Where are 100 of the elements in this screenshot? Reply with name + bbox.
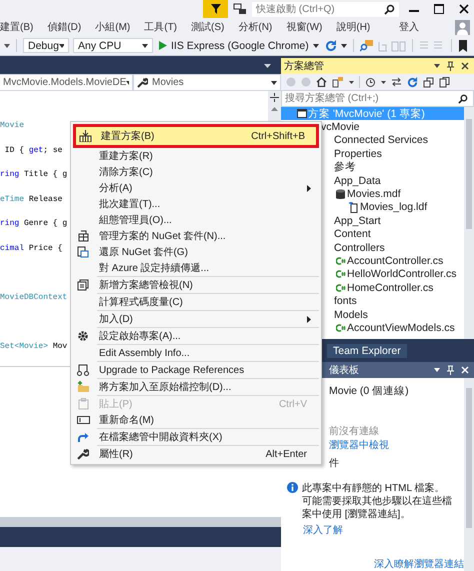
scroll-up-icon[interactable]: [271, 107, 278, 111]
scrollbar[interactable]: [464, 107, 474, 340]
play-icon: [159, 41, 167, 50]
history-icon[interactable]: [365, 76, 376, 88]
search-icon: [384, 4, 395, 14]
bookmark-icon[interactable]: [458, 40, 468, 52]
learn-more-link[interactable]: 深入瞭解瀏覽器連結: [374, 557, 464, 571]
submenu-arrow-icon: [307, 316, 311, 322]
caret-icon: [58, 44, 64, 48]
windows-icon: [77, 279, 89, 291]
code-line: Movie: [0, 121, 24, 132]
submenu-arrow-icon: [307, 184, 311, 192]
csharp-file-icon: [336, 284, 346, 292]
document-icon: [348, 202, 358, 213]
add-folder-icon: [76, 381, 90, 393]
split-icon[interactable]: [270, 93, 279, 102]
rename-icon: [76, 415, 90, 425]
view-in-browser-link[interactable]: 瀏覽器中檢視: [329, 438, 389, 452]
build-icon: [78, 130, 92, 142]
caret-icon: [312, 44, 319, 48]
menu-item[interactable]: 說明(H): [336, 20, 370, 34]
switch-views-icon[interactable]: [332, 76, 344, 88]
menu-item[interactable]: 計算程式碼度量(C): [71, 294, 321, 310]
feedback-icon[interactable]: [233, 2, 247, 16]
menu-item[interactable]: 重新命名(M): [71, 412, 321, 428]
menu-item[interactable]: 將方案加入至原始檔控制(D)...: [71, 379, 321, 395]
menu-item[interactable]: 小組(M): [95, 20, 130, 34]
run-button[interactable]: IIS Express (Google Chrome): [157, 40, 321, 52]
code-line: MovieDBContext: [0, 292, 68, 304]
type-dropdown[interactable]: MvcMovie.Models.MovieDE: [0, 75, 132, 90]
database-icon: [336, 188, 345, 200]
close-icon: [459, 4, 469, 14]
redo-arrow-icon: [77, 432, 89, 442]
code-line: ID { get; se: [4, 146, 62, 156]
quick-launch-field[interactable]: 快速啟動 (Ctrl+Q): [252, 2, 399, 16]
menu-item[interactable]: 組態管理員(O)...: [71, 212, 321, 228]
menu-item[interactable]: 建置方案(B) Ctrl+Shift+B: [73, 124, 319, 148]
solution-icon: [296, 109, 306, 118]
panel-tab[interactable]: Team Explorer: [327, 344, 407, 358]
code-line: ring Genre { g: [0, 219, 68, 230]
sign-in-link[interactable]: 登入: [399, 20, 419, 34]
menu-item[interactable]: 在檔案總管中開啟資料夾(X): [71, 429, 321, 445]
pin-icon[interactable]: [447, 61, 454, 71]
menu-item[interactable]: Upgrade to Package References: [71, 362, 321, 378]
dropdown-icon[interactable]: [4, 44, 10, 48]
wrench-icon: [137, 77, 148, 88]
code-line: cimal Price {: [0, 244, 62, 254]
connection-label: Movie (0 個連線): [329, 384, 409, 398]
csharp-file-icon: [336, 256, 346, 265]
funnel-icon: [210, 3, 222, 15]
sync-icon[interactable]: [391, 77, 402, 87]
close-icon[interactable]: [461, 62, 469, 70]
home-icon[interactable]: [316, 77, 327, 87]
info-icon: [287, 482, 298, 493]
menu-item[interactable]: 屬性(R) Alt+Enter: [71, 446, 321, 462]
info-text: 此專案中有靜態的 HTML 檔案。可能需要採取其他步驟以在這些檔案中使用 [瀏覽器連結]。: [302, 482, 452, 521]
csharp-file-icon: [336, 270, 346, 278]
scrollbar[interactable]: [464, 378, 474, 571]
panel-title: 儀表板: [329, 364, 360, 377]
section-heading: 件: [329, 457, 339, 470]
dropdown-icon[interactable]: [434, 64, 440, 68]
learn-more-link[interactable]: 深入了解: [303, 523, 343, 537]
dropdown-icon[interactable]: [340, 44, 347, 48]
member-dropdown[interactable]: Movies: [134, 75, 280, 90]
search-field[interactable]: 搜尋方案總管 (Ctrl+;): [281, 90, 474, 107]
caret-icon: [271, 80, 277, 84]
copy-icon[interactable]: [439, 76, 450, 88]
menu-item[interactable]: 重建方案(R): [71, 148, 321, 164]
dropdown-icon[interactable]: [264, 64, 271, 68]
menu-item[interactable]: Edit Assembly Info...: [71, 345, 321, 361]
menu-item[interactable]: 測試(S): [191, 20, 224, 34]
dropdown-icon[interactable]: [349, 80, 354, 84]
horizontal-scrollbar[interactable]: [0, 517, 281, 527]
menu-item[interactable]: 管理方案的 NuGet 套件(N)...: [71, 228, 321, 244]
settings-icon: [77, 330, 89, 342]
wrench-icon: [77, 448, 89, 460]
csharp-file-icon: [336, 324, 346, 332]
refresh-icon[interactable]: [407, 76, 418, 88]
code-line: ring Title { g: [0, 170, 68, 181]
code-line: eTime Release: [0, 194, 62, 206]
filter-button[interactable]: [203, 0, 228, 18]
platform-dropdown[interactable]: Any CPU: [73, 38, 153, 53]
panel-title: 方案總管: [284, 60, 325, 73]
hierarchy-icon: [77, 364, 89, 376]
menu-item[interactable]: 工具(T): [144, 20, 178, 34]
dropdown-icon[interactable]: [434, 368, 440, 372]
menu-item[interactable]: 清除方案(C): [71, 164, 321, 180]
menu-item[interactable]: 視窗(W): [286, 20, 322, 34]
menu-item[interactable]: 偵錯(D): [47, 20, 82, 34]
paste-icon: [78, 398, 88, 410]
configuration-dropdown[interactable]: Debug: [23, 38, 69, 53]
menu-item[interactable]: 分析(N): [238, 20, 272, 34]
search-icon: [458, 94, 468, 104]
refresh-icon[interactable]: [324, 40, 337, 52]
collapse-icon[interactable]: [423, 76, 434, 88]
menu-item[interactable]: 建置(B): [0, 20, 34, 34]
status-text: 前沒有連線: [329, 424, 379, 438]
caret-icon: [142, 44, 148, 48]
find-icon[interactable]: [360, 40, 374, 52]
dropdown-icon[interactable]: [381, 80, 386, 84]
